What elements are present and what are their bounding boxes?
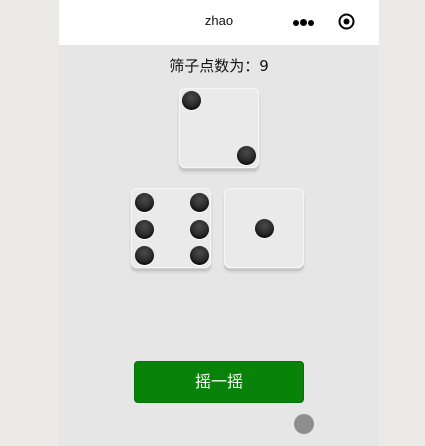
die-pip xyxy=(135,220,154,239)
floating-assist-ball-icon[interactable] xyxy=(294,414,314,434)
navigation-bar: zhao xyxy=(59,0,379,45)
die-2 xyxy=(131,188,211,268)
die-pip xyxy=(190,246,209,265)
die-pip xyxy=(135,193,154,212)
die-1 xyxy=(179,88,259,168)
mini-program-screen: zhao 筛子点数为：9 摇一摇 xyxy=(59,0,379,446)
more-dots-icon[interactable] xyxy=(293,18,315,28)
die-pip xyxy=(190,193,209,212)
die-pip xyxy=(255,219,274,238)
capsule-close-icon[interactable] xyxy=(338,13,355,30)
shake-button[interactable]: 摇一摇 xyxy=(134,361,304,403)
die-pip xyxy=(237,146,256,165)
die-pip xyxy=(190,220,209,239)
dice-score-text: 筛子点数为：9 xyxy=(169,57,269,75)
die-pip xyxy=(135,246,154,265)
die-3 xyxy=(224,188,304,268)
page-title: zhao xyxy=(204,13,234,28)
die-pip xyxy=(182,91,201,110)
